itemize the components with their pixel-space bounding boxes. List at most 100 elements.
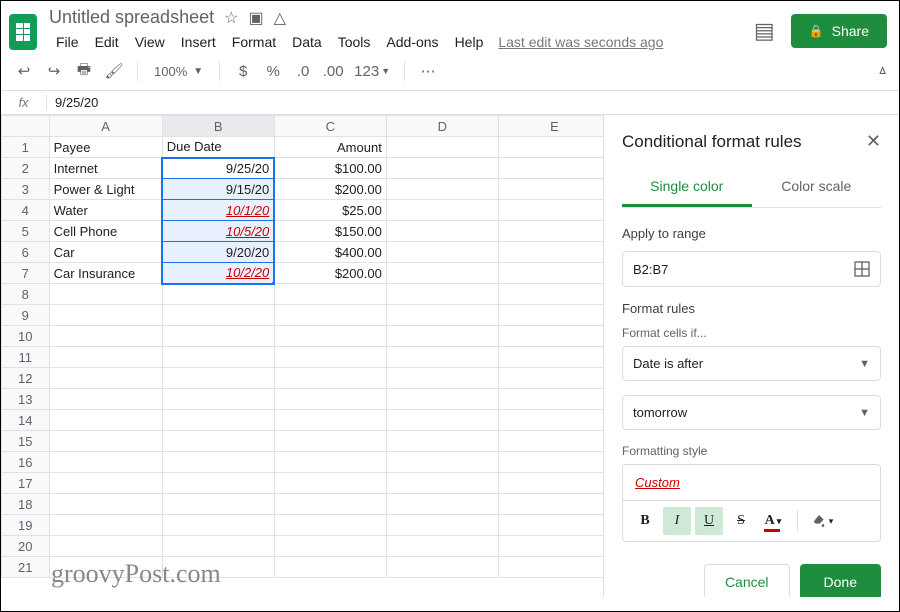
cell[interactable] [274, 452, 386, 473]
cell[interactable] [49, 494, 162, 515]
cell[interactable] [386, 326, 498, 347]
cell[interactable] [386, 557, 498, 578]
row-header-9[interactable]: 9 [2, 305, 50, 326]
cell[interactable] [498, 263, 603, 284]
cell[interactable] [274, 326, 386, 347]
tab-color-scale[interactable]: Color scale [752, 170, 882, 207]
col-header-A[interactable]: A [49, 116, 162, 137]
close-icon[interactable]: ✕ [866, 131, 881, 152]
cell[interactable] [386, 452, 498, 473]
cell[interactable] [274, 305, 386, 326]
cell[interactable] [162, 305, 274, 326]
cell[interactable]: Due Date [162, 137, 274, 158]
cell[interactable] [162, 473, 274, 494]
star-icon[interactable]: ☆ [224, 8, 238, 28]
menu-format[interactable]: Format [225, 30, 283, 54]
cell[interactable] [162, 515, 274, 536]
cell[interactable] [274, 536, 386, 557]
condition-select[interactable]: Date is after ▼ [622, 346, 881, 381]
cell[interactable]: Power & Light [49, 179, 162, 200]
cell[interactable] [498, 305, 603, 326]
cell[interactable] [386, 368, 498, 389]
strike-button[interactable]: S [727, 507, 755, 535]
col-header-D[interactable]: D [386, 116, 498, 137]
cell[interactable] [498, 473, 603, 494]
cell[interactable] [274, 515, 386, 536]
cell[interactable] [386, 242, 498, 263]
cell[interactable] [49, 473, 162, 494]
last-edit-link[interactable]: Last edit was seconds ago [498, 34, 663, 50]
cell[interactable] [49, 389, 162, 410]
menu-file[interactable]: File [49, 30, 86, 54]
increase-decimal-icon[interactable]: .00 [320, 58, 346, 84]
cell[interactable] [498, 242, 603, 263]
cell[interactable] [162, 452, 274, 473]
tab-single-color[interactable]: Single color [622, 170, 752, 207]
row-header-6[interactable]: 6 [2, 242, 50, 263]
cell[interactable] [498, 410, 603, 431]
row-header-14[interactable]: 14 [2, 410, 50, 431]
menu-addons[interactable]: Add-ons [379, 30, 445, 54]
cell[interactable] [274, 368, 386, 389]
collapse-toolbar-icon[interactable]: ㅿ [876, 61, 889, 81]
zoom-select[interactable]: 100% ▼ [148, 64, 209, 79]
cell[interactable] [386, 200, 498, 221]
cell[interactable] [498, 158, 603, 179]
cell[interactable] [498, 179, 603, 200]
cell[interactable]: Amount [274, 137, 386, 158]
row-header-1[interactable]: 1 [2, 137, 50, 158]
cell-selected[interactable]: 9/25/20 [162, 158, 274, 179]
cell[interactable] [274, 431, 386, 452]
cell[interactable] [498, 326, 603, 347]
cell-selected[interactable]: 10/5/20 [162, 221, 274, 242]
cell[interactable] [386, 179, 498, 200]
comments-icon[interactable]: ▤ [754, 18, 775, 44]
cell[interactable] [498, 347, 603, 368]
cell[interactable] [386, 431, 498, 452]
cell[interactable] [386, 410, 498, 431]
cell[interactable] [386, 515, 498, 536]
menu-data[interactable]: Data [285, 30, 329, 54]
row-header-17[interactable]: 17 [2, 473, 50, 494]
cell[interactable]: Water [49, 200, 162, 221]
cell[interactable] [49, 431, 162, 452]
cloud-status-icon[interactable]: △ [274, 8, 286, 28]
row-header-13[interactable]: 13 [2, 389, 50, 410]
cell[interactable] [386, 221, 498, 242]
cell[interactable] [386, 137, 498, 158]
cell[interactable] [386, 536, 498, 557]
redo-icon[interactable]: ↪ [41, 58, 67, 84]
cell[interactable] [49, 515, 162, 536]
cell[interactable]: $400.00 [274, 242, 386, 263]
text-color-button[interactable]: A▾ [759, 507, 787, 535]
cell[interactable]: $200.00 [274, 179, 386, 200]
cell[interactable] [274, 347, 386, 368]
menu-edit[interactable]: Edit [88, 30, 126, 54]
italic-button[interactable]: I [663, 507, 691, 535]
menu-insert[interactable]: Insert [174, 30, 223, 54]
cell-selected[interactable]: 9/20/20 [162, 242, 274, 263]
row-header-2[interactable]: 2 [2, 158, 50, 179]
cell[interactable] [274, 410, 386, 431]
cell-selected[interactable]: 10/1/20 [162, 200, 274, 221]
cell[interactable] [274, 494, 386, 515]
cell[interactable] [498, 557, 603, 578]
cell[interactable] [386, 494, 498, 515]
condition-arg-select[interactable]: tomorrow ▼ [622, 395, 881, 430]
select-all-corner[interactable] [2, 116, 50, 137]
cell[interactable] [274, 473, 386, 494]
row-header-19[interactable]: 19 [2, 515, 50, 536]
cell[interactable] [162, 389, 274, 410]
cell[interactable] [49, 368, 162, 389]
cell[interactable]: Payee [49, 137, 162, 158]
row-header-5[interactable]: 5 [2, 221, 50, 242]
cell[interactable] [498, 284, 603, 305]
row-header-18[interactable]: 18 [2, 494, 50, 515]
col-header-E[interactable]: E [498, 116, 603, 137]
menu-help[interactable]: Help [448, 30, 491, 54]
cell[interactable] [386, 158, 498, 179]
select-range-icon[interactable] [854, 261, 870, 277]
cell[interactable] [386, 389, 498, 410]
cell[interactable]: Car Insurance [49, 263, 162, 284]
cell[interactable] [498, 137, 603, 158]
